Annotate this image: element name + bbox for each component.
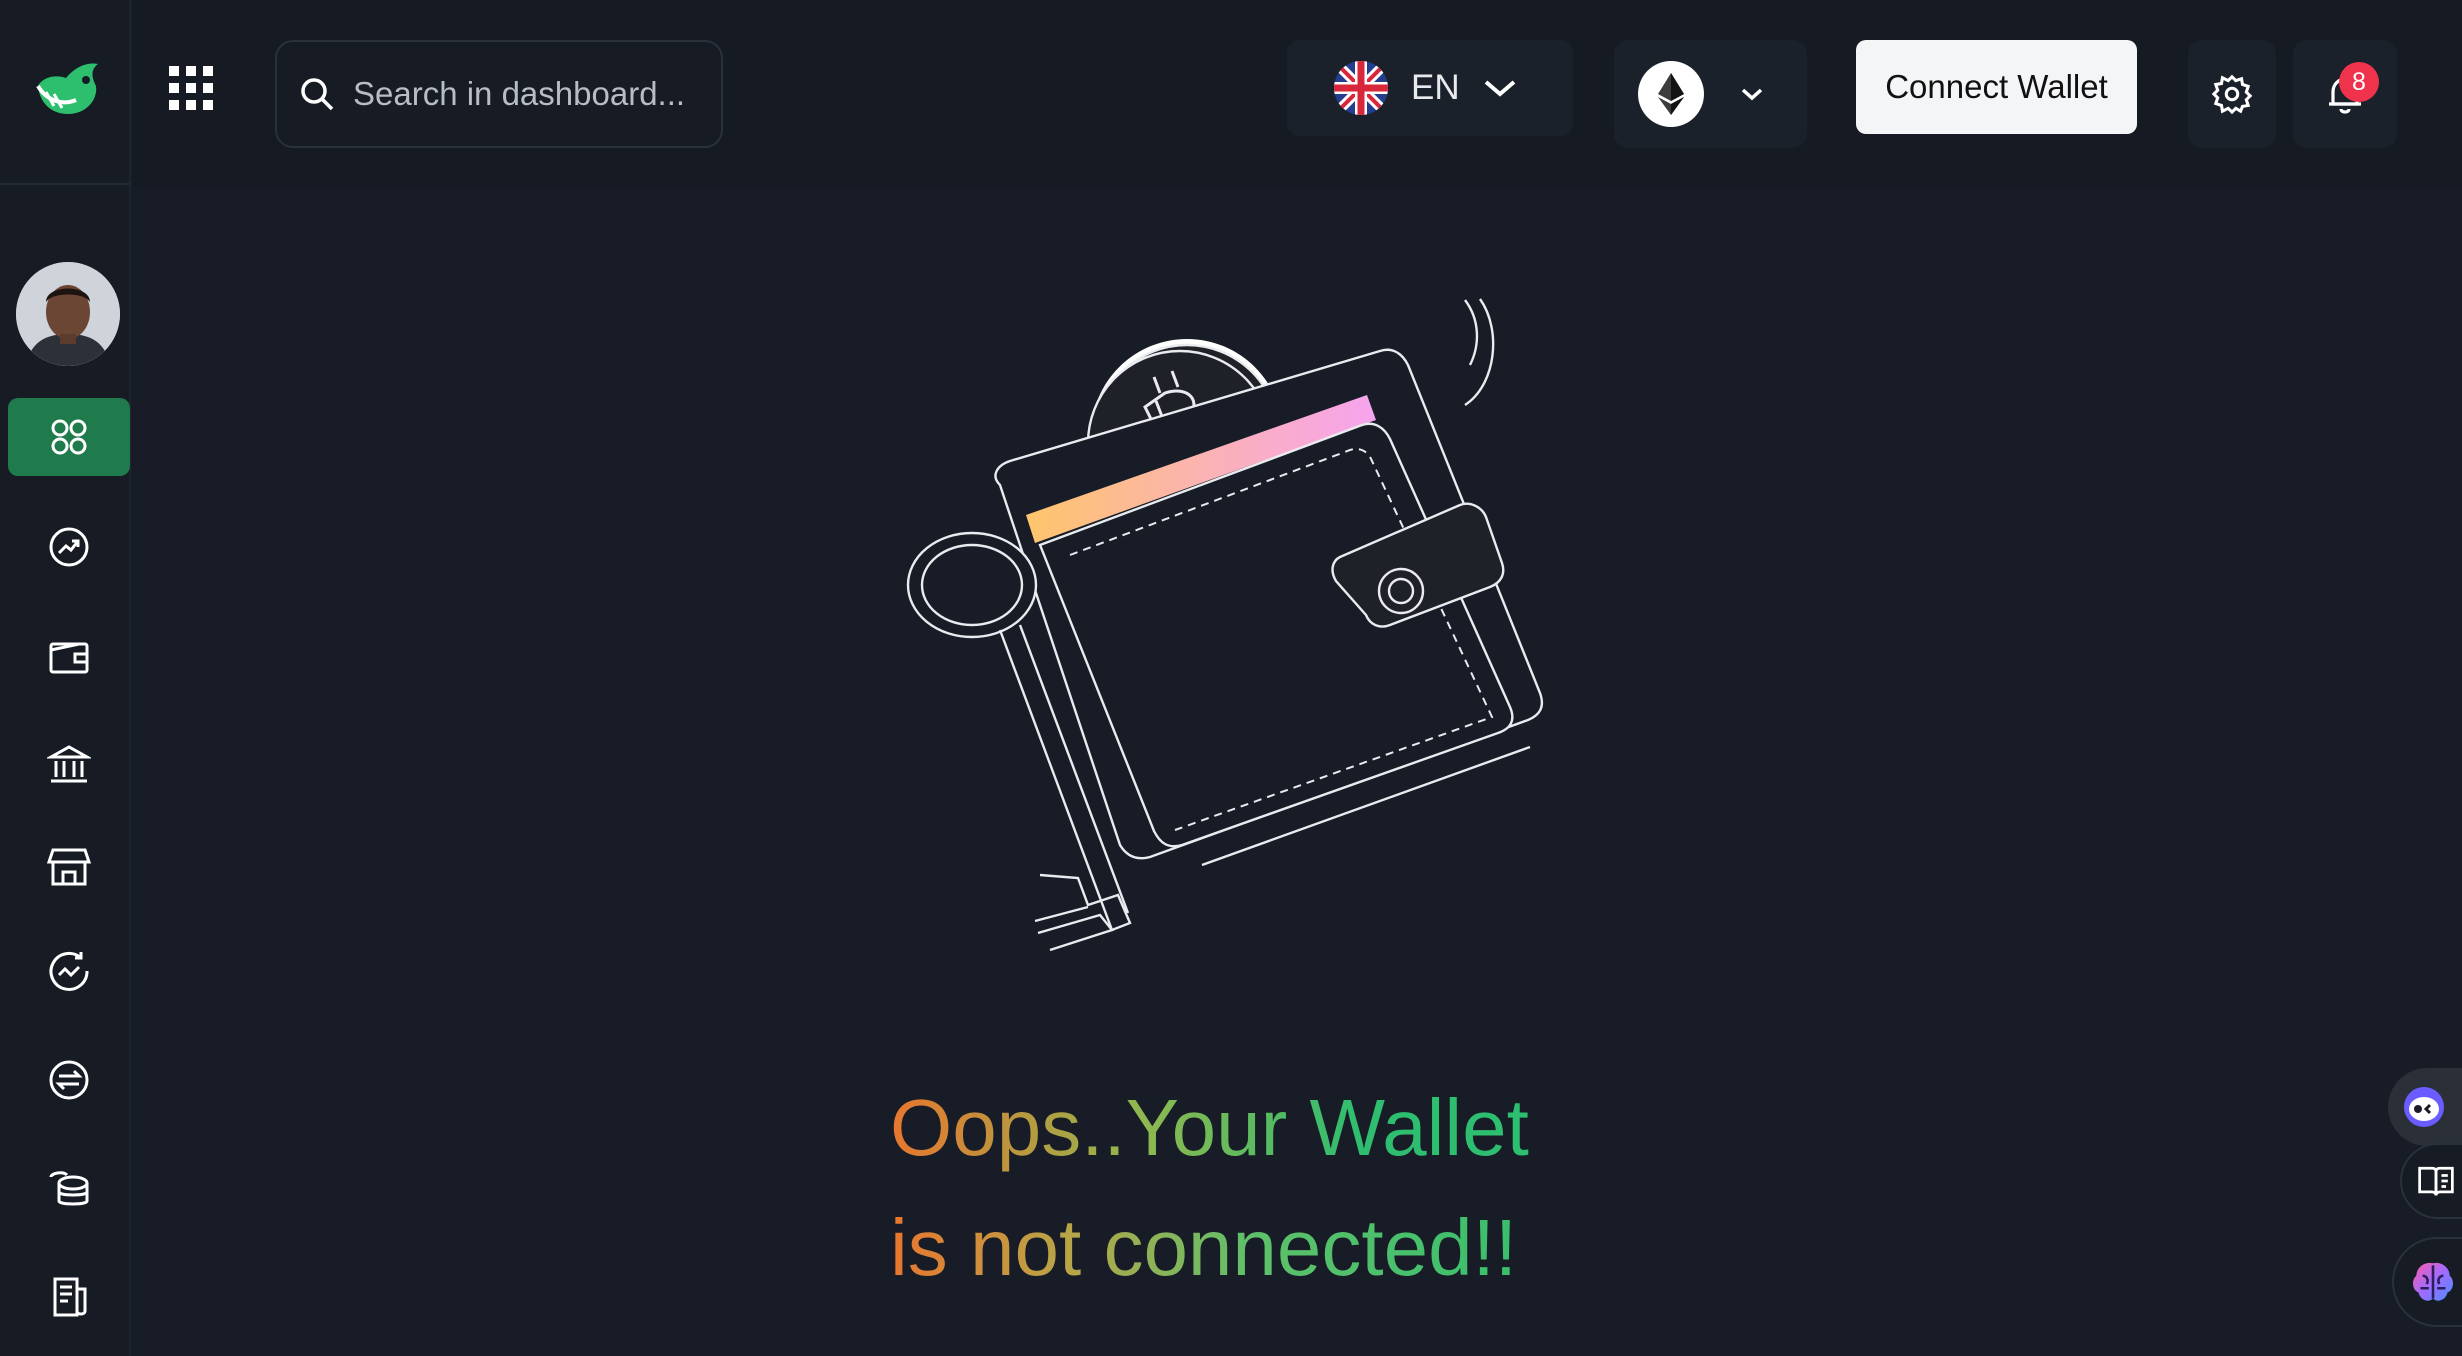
chevron-down-icon: [1484, 80, 1515, 97]
sidebar-item-store[interactable]: [8, 827, 130, 905]
apps-grid-icon: [169, 66, 213, 110]
language-label: EN: [1411, 68, 1460, 107]
headline-line-1: Oops..Your Wallet: [890, 1068, 1610, 1188]
uk-flag-icon: [1334, 61, 1388, 115]
open-book-icon: [2418, 1166, 2454, 1196]
sidebar: [0, 0, 131, 1356]
whale-logo-icon[interactable]: [32, 56, 104, 128]
avatar-image: [16, 262, 120, 366]
search-icon: [301, 78, 334, 111]
headline-line-2: is not connected!!: [890, 1188, 1610, 1308]
ethereum-icon: [1638, 61, 1704, 127]
apps-menu-button[interactable]: [163, 60, 219, 116]
network-selector[interactable]: [1614, 40, 1807, 148]
store-icon: [47, 848, 91, 886]
search-box[interactable]: [275, 40, 723, 148]
logo-area: [0, 0, 131, 185]
chevron-down-icon: [1741, 88, 1763, 101]
gear-icon: [2211, 74, 2253, 115]
settings-button[interactable]: [2188, 40, 2276, 148]
sidebar-item-analytics[interactable]: [8, 508, 130, 586]
wallet-not-connected-message: Oops..Your Wallet is not connected!!: [890, 1068, 1610, 1308]
connect-wallet-button[interactable]: Connect Wallet: [1856, 40, 2137, 134]
ai-assistant-button[interactable]: [2392, 1237, 2462, 1327]
swap-icon: [49, 1060, 89, 1100]
sidebar-item-reports[interactable]: [8, 1258, 130, 1336]
brain-icon: [2412, 1262, 2454, 1301]
sidebar-item-coins[interactable]: [8, 1150, 130, 1228]
search-input[interactable]: [353, 75, 703, 113]
language-selector[interactable]: EN: [1287, 40, 1573, 136]
sidebar-item-wallet[interactable]: [8, 617, 130, 695]
notification-count-badge: 8: [2339, 62, 2379, 102]
docs-button[interactable]: [2400, 1143, 2462, 1219]
avatar[interactable]: [16, 262, 120, 366]
sidebar-item-dashboard[interactable]: [8, 398, 130, 476]
bank-icon: [47, 745, 91, 783]
sidebar-item-swap[interactable]: [8, 1041, 130, 1119]
document-icon: [53, 1277, 87, 1317]
robot-face-icon: [2404, 1087, 2444, 1127]
trend-up-icon: [49, 527, 89, 567]
grid-four-circles-icon: [51, 419, 87, 455]
coins-stack-icon: [49, 1171, 89, 1206]
topbar: EN Connect Wallet 8: [133, 0, 2462, 187]
sidebar-item-bank[interactable]: [8, 726, 130, 804]
chart-refresh-icon: [49, 951, 89, 991]
chat-bot-button[interactable]: [2388, 1068, 2462, 1146]
wallet-illustration: [906, 298, 1544, 952]
sidebar-item-market[interactable]: [8, 932, 130, 1010]
wallet-icon: [49, 642, 89, 674]
notifications-button[interactable]: 8: [2293, 40, 2397, 148]
